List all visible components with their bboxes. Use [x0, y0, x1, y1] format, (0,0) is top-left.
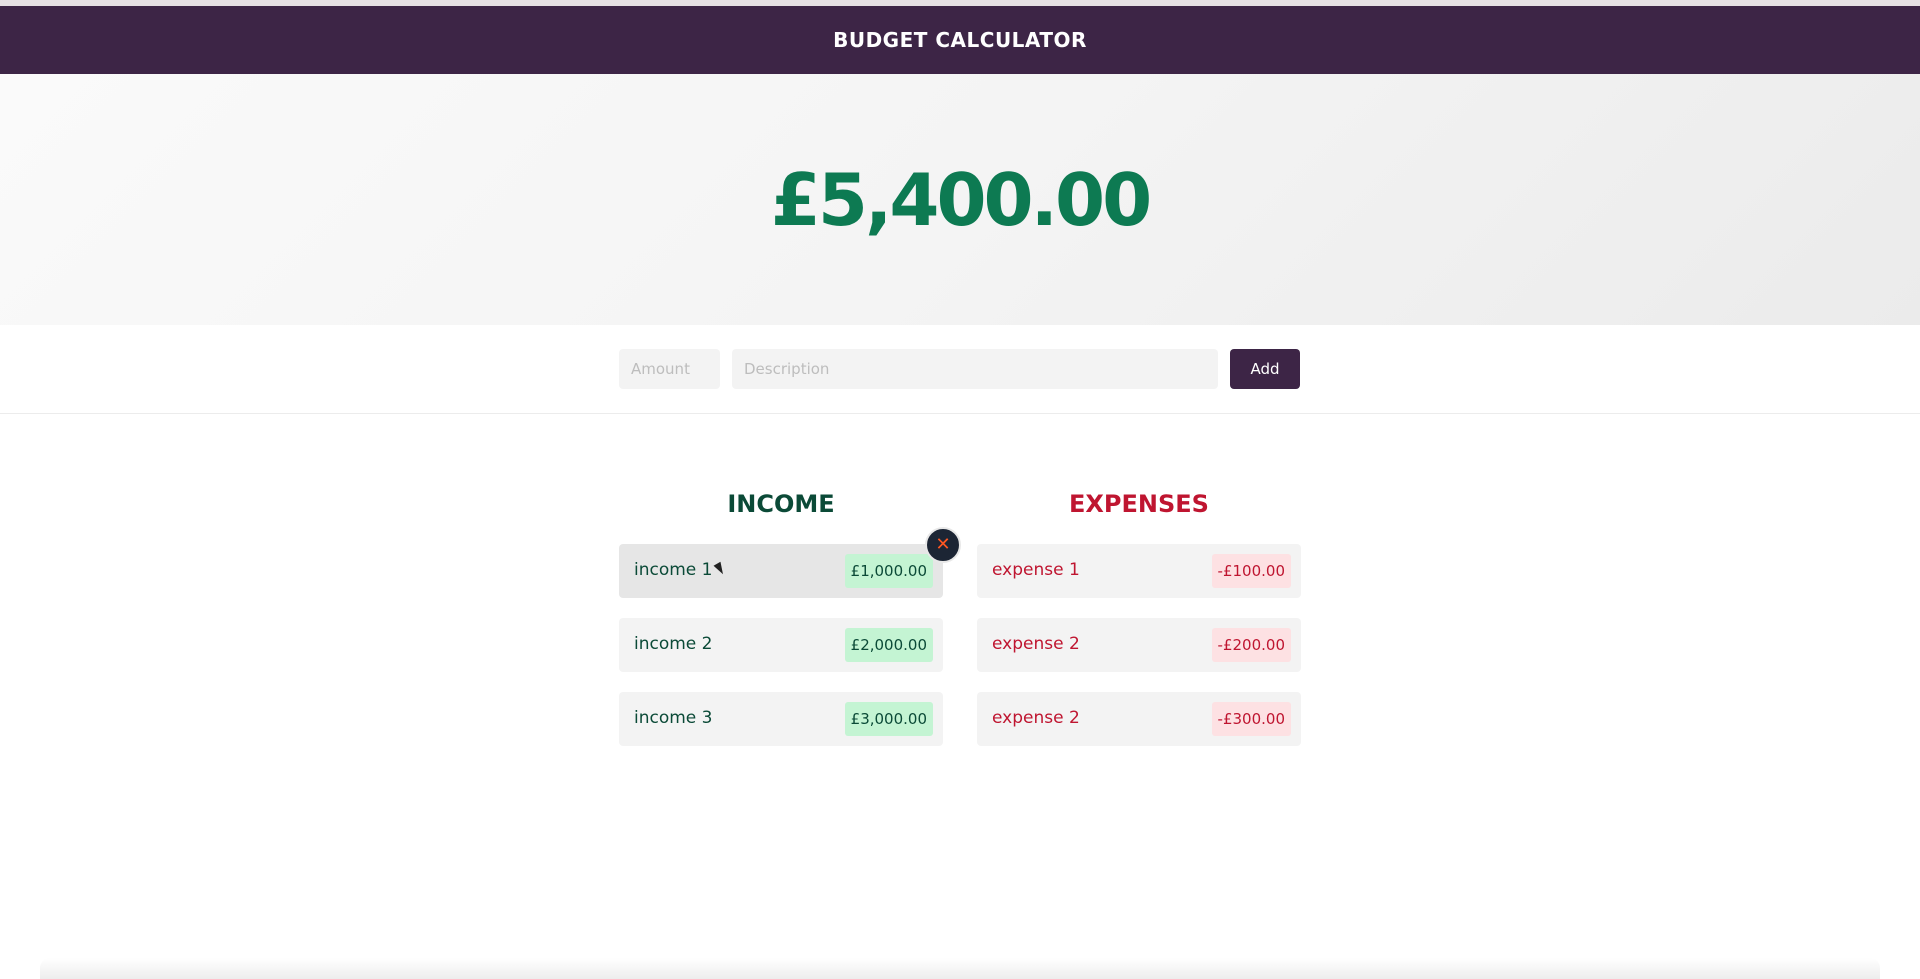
balance-panel: £5,400.00 [0, 74, 1920, 325]
income-item[interactable]: income 2 £2,000.00 [619, 618, 943, 672]
app-title: BUDGET CALCULATOR [833, 28, 1087, 52]
entry-form: Add [0, 325, 1920, 414]
expense-item-amount: -£100.00 [1211, 554, 1291, 588]
total-balance: £5,400.00 [770, 157, 1152, 242]
expense-item[interactable]: expense 2 -£200.00 [977, 618, 1301, 672]
expense-item[interactable]: expense 2 -£300.00 [977, 692, 1301, 746]
expense-item-description: expense 2 [992, 708, 1080, 728]
bottom-shadow [40, 958, 1880, 979]
expense-item-amount: -£200.00 [1211, 628, 1291, 662]
amount-input[interactable] [619, 349, 720, 389]
income-item[interactable]: income 1 £1,000.00 [619, 544, 943, 598]
income-title: INCOME [727, 490, 835, 518]
expense-item-amount: -£300.00 [1211, 702, 1291, 736]
income-item[interactable]: income 3 £3,000.00 [619, 692, 943, 746]
income-item-description: income 1 [634, 560, 713, 580]
description-input[interactable] [732, 349, 1218, 389]
close-icon: ✕ [935, 534, 951, 555]
income-item-amount: £1,000.00 [844, 554, 933, 588]
income-item-amount: £2,000.00 [844, 628, 933, 662]
income-item-description: income 2 [634, 634, 713, 654]
expenses-title: EXPENSES [1069, 490, 1209, 518]
income-item-description: income 3 [634, 708, 713, 728]
expense-item-description: expense 2 [992, 634, 1080, 654]
income-item-amount: £3,000.00 [844, 702, 933, 736]
expense-item-description: expense 1 [992, 560, 1080, 580]
add-button[interactable]: Add [1230, 349, 1300, 389]
app-header: BUDGET CALCULATOR [0, 6, 1920, 74]
expense-item[interactable]: expense 1 -£100.00 [977, 544, 1301, 598]
remove-item-button[interactable]: ✕ [925, 527, 961, 563]
